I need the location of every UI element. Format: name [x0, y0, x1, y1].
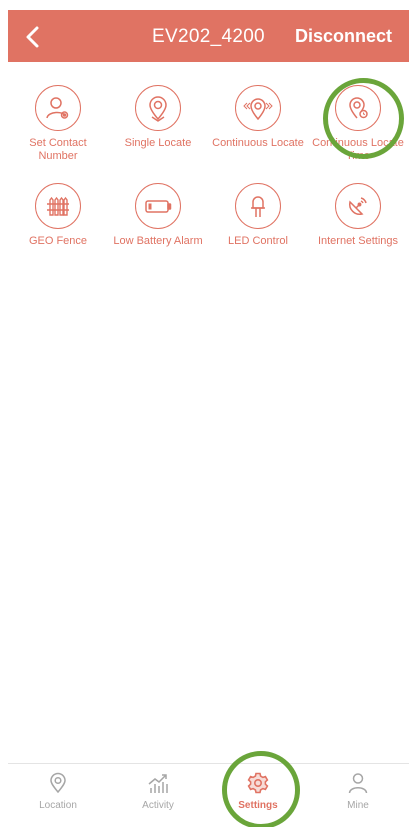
geo-fence-tile[interactable]: GEO Fence: [8, 183, 108, 248]
location-pin-icon: [135, 85, 181, 131]
tab-settings[interactable]: Settings: [208, 764, 308, 827]
tile-label: Set Contact Number: [29, 137, 87, 162]
contact-settings-icon: [35, 85, 81, 131]
tab-label: Mine: [347, 800, 369, 811]
locate-time-icon: [335, 85, 381, 131]
led-control-tile[interactable]: LED Control: [208, 183, 308, 248]
bottom-tab-bar: Location Activity Settings Mine: [8, 763, 409, 827]
location-icon: [50, 772, 66, 794]
set-contact-number-tile[interactable]: Set Contact Number: [8, 85, 108, 163]
tile-label: Low Battery Alarm: [113, 235, 203, 247]
tile-label: GEO Fence: [28, 235, 88, 247]
led-icon: [235, 183, 281, 229]
internet-settings-tile[interactable]: Internet Settings: [308, 183, 408, 248]
continuous-locate-icon: [235, 85, 281, 131]
tile-label: Single Locate: [124, 137, 192, 149]
single-locate-tile[interactable]: Single Locate: [108, 85, 208, 163]
gear-icon: [247, 772, 269, 794]
low-battery-alarm-tile[interactable]: Low Battery Alarm: [108, 183, 208, 248]
user-icon: [348, 773, 368, 794]
tile-label: Continuous Locate: [212, 137, 304, 149]
tab-label: Settings: [238, 800, 278, 811]
disconnect-button[interactable]: Disconnect: [295, 26, 392, 47]
continuous-locate-tile[interactable]: Continuous Locate: [208, 85, 308, 163]
tile-label: LED Control: [228, 235, 288, 247]
tab-mine[interactable]: Mine: [308, 764, 408, 827]
activity-icon: [148, 774, 168, 793]
continuous-locate-time-tile[interactable]: Continuous Locate Time: [308, 85, 408, 163]
tab-label: Activity: [142, 800, 174, 811]
tab-location[interactable]: Location: [8, 764, 108, 827]
satellite-dish-icon: [335, 183, 381, 229]
tile-label: Continuous Locate Time: [312, 137, 404, 162]
settings-grid: Set Contact Number Single Locate Continu…: [8, 85, 409, 248]
low-battery-icon: [135, 183, 181, 229]
fence-icon: [35, 183, 81, 229]
tile-label: Internet Settings: [317, 235, 399, 247]
tab-activity[interactable]: Activity: [108, 764, 208, 827]
tab-label: Location: [39, 800, 77, 811]
top-bar: EV202_4200 Disconnect: [8, 10, 409, 62]
